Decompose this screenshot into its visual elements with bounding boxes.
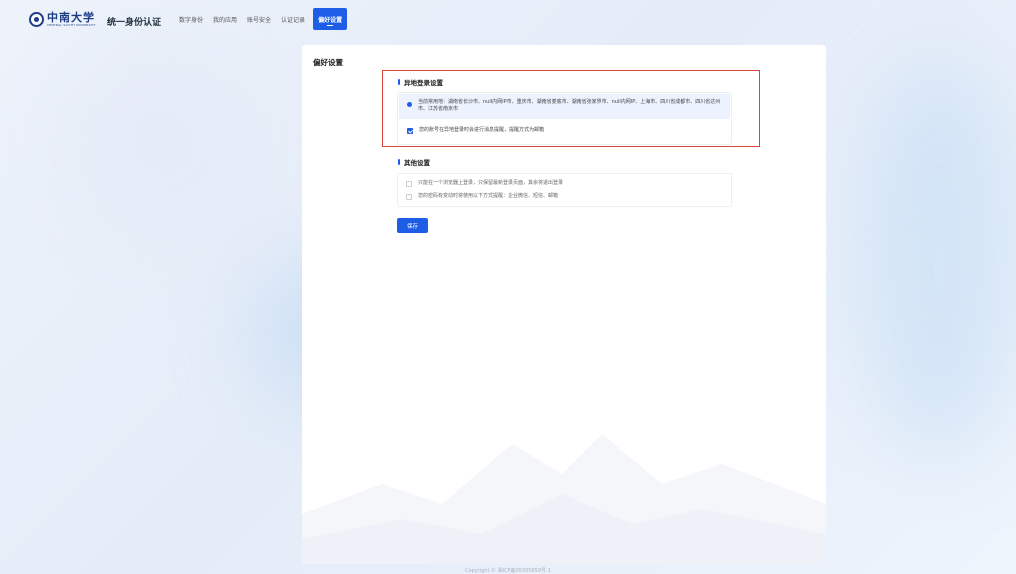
top-navigation-bar: 中南大学 CENTRAL SOUTH UNIVERSITY 统一身份认证 数字身… (0, 0, 1016, 35)
preferences-card: 偏好设置 异地登录设置 当前常用地：湖南省长沙市、null内网IP市、重庆市、湖… (302, 45, 826, 564)
university-logo[interactable]: 中南大学 CENTRAL SOUTH UNIVERSITY (29, 11, 96, 27)
nav-auth-records[interactable]: 认证记录 (276, 8, 310, 30)
single-browser-checkbox[interactable] (406, 180, 412, 187)
section-marker (398, 159, 400, 165)
app-title: 统一身份认证 (107, 18, 162, 28)
save-button[interactable]: 保存 (397, 218, 428, 233)
password-change-row[interactable]: 您的密码有变动时将使用以下方式提醒：企业微信、短信、邮箱 (399, 193, 730, 200)
other-settings-section-title: 其他设置 (398, 157, 430, 167)
logo-subtitle: CENTRAL SOUTH UNIVERSITY (47, 22, 96, 27)
remote-login-notify-label: 您的账号在异地登录时会进行消息提醒，提醒方式为邮箱 (419, 127, 545, 133)
remote-login-section-title: 异地登录设置 (398, 77, 443, 87)
remote-login-section-label: 异地登录设置 (404, 79, 443, 87)
mountain-background-decoration (302, 434, 826, 564)
footer-copyright: Copyright © 湘ICP备05005659号-1 (464, 568, 552, 574)
nav-my-apps[interactable]: 我的应用 (208, 8, 242, 30)
remote-login-notify-row[interactable]: 您的账号在异地登录时会进行消息提醒，提醒方式为邮箱 (399, 127, 730, 134)
nav-digital-identity[interactable]: 数字身份 (174, 8, 208, 30)
password-change-label: 您的密码有变动时将使用以下方式提醒：企业微信、短信、邮箱 (418, 193, 559, 199)
remote-login-notify-checkbox[interactable] (407, 127, 413, 134)
password-change-checkbox[interactable] (406, 193, 412, 200)
other-settings-section-label: 其他设置 (404, 159, 430, 167)
main-nav: 数字身份 我的应用 账号安全 认证记录 偏好设置 (174, 8, 348, 30)
single-browser-row[interactable]: 只能在一个浏览器上登录，只保留最新登录页面，其余将退出登录 (399, 180, 730, 187)
logo-name: 中南大学 (47, 10, 95, 24)
radio-selected-icon[interactable] (407, 102, 412, 107)
nav-preferences[interactable]: 偏好设置 (313, 8, 348, 30)
university-emblem-icon (29, 11, 44, 27)
usual-locations-text: 当前常用地：湖南省长沙市、null内网IP市、重庆市、湖南省娄底市、湖南省张家界… (418, 99, 721, 112)
nav-account-security[interactable]: 账号安全 (242, 8, 276, 30)
remote-login-box: 当前常用地：湖南省长沙市、null内网IP市、重庆市、湖南省娄底市、湖南省张家界… (397, 92, 732, 145)
single-browser-label: 只能在一个浏览器上登录，只保留最新登录页面，其余将退出登录 (418, 180, 564, 186)
page-title: 偏好设置 (313, 58, 343, 67)
other-settings-box: 只能在一个浏览器上登录，只保留最新登录页面，其余将退出登录 您的密码有变动时将使… (397, 173, 732, 207)
section-marker (398, 79, 400, 85)
usual-locations-row: 当前常用地：湖南省长沙市、null内网IP市、重庆市、湖南省娄底市、湖南省张家界… (399, 94, 730, 119)
